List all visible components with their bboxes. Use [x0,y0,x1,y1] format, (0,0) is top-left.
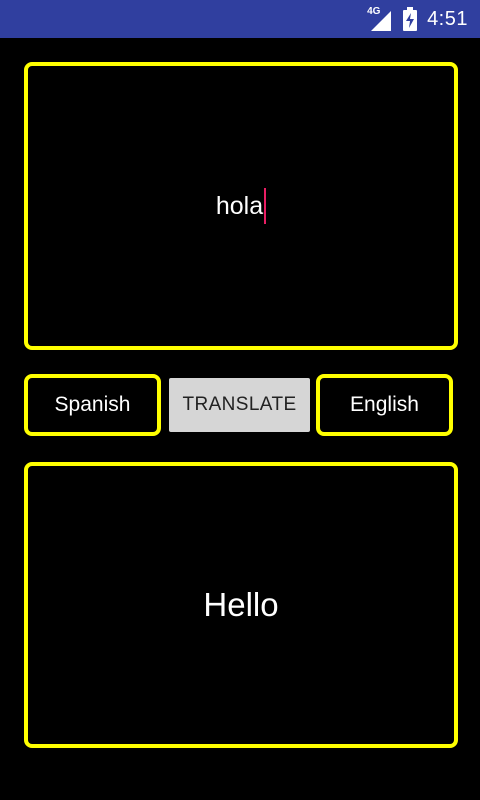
translator-screen: 4G 4:51 hola Spanish TRANSLATE English H… [0,0,480,800]
signal-indicator: 4G [367,7,393,31]
status-icons: 4G 4:51 [367,0,468,38]
status-bar: 4G 4:51 [0,0,480,38]
target-language-label: English [350,393,419,416]
text-cursor [264,188,267,224]
status-clock: 4:51 [427,7,468,30]
source-language-label: Spanish [54,393,131,416]
target-language-button[interactable]: English [316,374,453,436]
battery-charging-icon [403,7,418,31]
translated-text-output: Hello [24,462,458,748]
translate-button-label: TRANSLATE [182,394,297,415]
source-text-value: hola [215,191,264,220]
source-text-input[interactable]: hola [24,62,458,350]
signal-icon [371,11,392,31]
translated-text-value: Hello [203,586,279,623]
source-language-button[interactable]: Spanish [24,374,161,436]
source-text-value-wrap: hola [215,188,267,224]
translate-button[interactable]: TRANSLATE [169,378,310,432]
